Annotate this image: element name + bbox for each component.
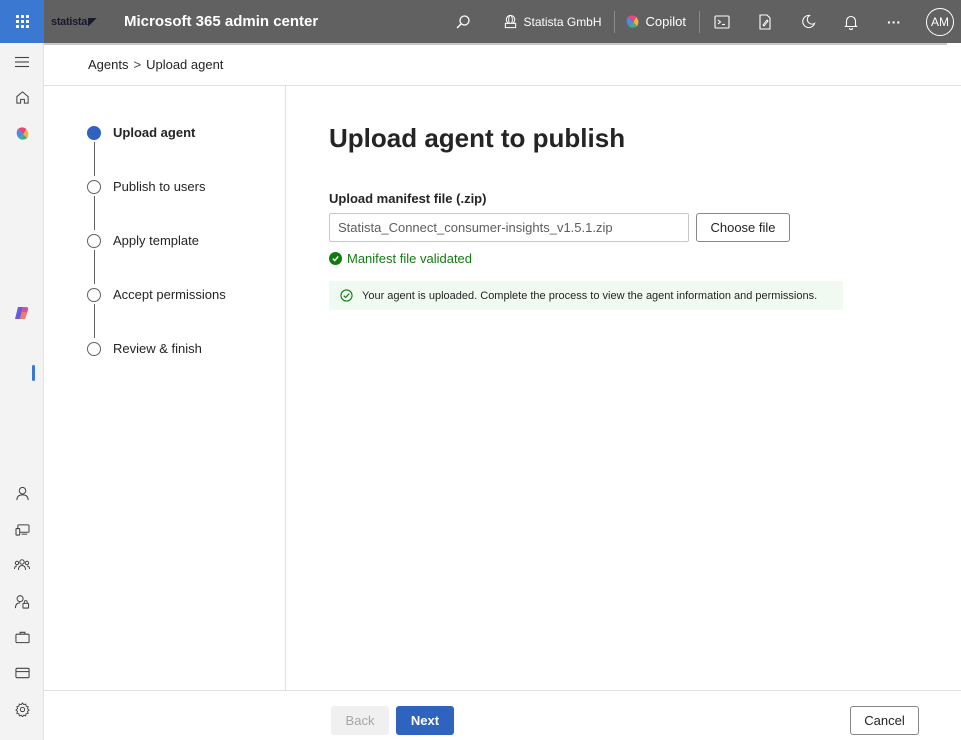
step-label: Apply template (113, 233, 199, 248)
wizard-step-accept-permissions[interactable]: Accept permissions (87, 287, 226, 302)
divider (613, 10, 615, 33)
next-button[interactable]: Next (396, 706, 454, 735)
avatar[interactable]: AM (926, 7, 954, 36)
logo-mark-icon (88, 17, 97, 26)
breadcrumb-agents-link[interactable]: Agents (88, 57, 128, 72)
manifest-file-input[interactable]: Statista_Connect_consumer-insights_v1.5.… (329, 213, 689, 242)
roles-icon[interactable] (12, 591, 32, 611)
page-title: Upload agent to publish (329, 123, 626, 153)
terminal-icon[interactable] (712, 12, 732, 32)
top-bar-actions: Statista GmbH Copilot ··· AM (453, 0, 961, 43)
org-switcher[interactable]: Statista GmbH (503, 14, 602, 29)
search-icon[interactable] (453, 12, 473, 32)
org-building-icon (504, 14, 516, 29)
copilot-button[interactable]: Copilot (625, 14, 686, 29)
waffle-icon (15, 15, 29, 28)
wizard-steps-panel: Upload agent Publish to users Apply temp… (44, 86, 286, 690)
wizard-step-publish-to-users[interactable]: Publish to users (87, 179, 206, 194)
notifications-icon[interactable] (841, 12, 861, 32)
org-logo[interactable]: statista (51, 16, 97, 28)
step-pending-indicator (87, 287, 101, 302)
devices-icon[interactable] (12, 519, 32, 539)
step-pending-indicator (87, 179, 101, 194)
breadcrumb: Agents > Upload agent (88, 57, 223, 72)
app-launcher-button[interactable] (0, 0, 44, 43)
left-nav-rail (0, 43, 44, 740)
success-banner: Your agent is uploaded. Complete the pro… (329, 281, 843, 310)
step-label: Upload agent (113, 125, 196, 140)
wizard-step-upload-agent[interactable]: Upload agent (87, 125, 195, 140)
step-pending-indicator (87, 233, 101, 248)
validation-status: Manifest file validated (329, 251, 472, 266)
settings-icon[interactable] (12, 699, 32, 719)
breadcrumb-current: Upload agent (146, 57, 224, 72)
user-icon[interactable] (12, 483, 32, 503)
step-current-indicator (87, 125, 101, 140)
validation-text: Manifest file validated (347, 251, 473, 266)
choose-file-button[interactable]: Choose file (696, 213, 790, 242)
billing-icon[interactable] (12, 663, 32, 683)
copilot-icon[interactable] (12, 123, 32, 143)
wizard-step-apply-template[interactable]: Apply template (87, 233, 199, 248)
back-button[interactable]: Back (331, 706, 389, 735)
feedback-icon[interactable] (755, 12, 775, 32)
checkmark-circle-icon (329, 252, 342, 265)
teams-groups-icon[interactable] (12, 555, 32, 575)
dark-mode-icon[interactable] (798, 12, 818, 32)
cancel-button[interactable]: Cancel (850, 706, 919, 735)
resources-icon[interactable] (12, 627, 32, 647)
more-options-icon[interactable]: ··· (884, 12, 904, 32)
menu-icon[interactable] (12, 52, 32, 72)
app-title[interactable]: Microsoft 365 admin center (124, 13, 318, 30)
success-check-icon (340, 289, 353, 302)
step-pending-indicator (87, 341, 101, 356)
step-label: Review & finish (113, 341, 202, 356)
step-label: Publish to users (113, 179, 206, 194)
step-connector (94, 196, 95, 230)
active-nav-indicator (32, 365, 35, 381)
home-icon[interactable] (12, 87, 32, 107)
divider (44, 690, 961, 691)
copilot-label: Copilot (645, 14, 686, 29)
logo-text: statista (51, 15, 88, 28)
banner-text: Your agent is uploaded. Complete the pro… (362, 289, 818, 302)
header-shadow (44, 43, 947, 45)
step-connector (94, 250, 95, 284)
step-connector (94, 142, 95, 176)
divider (699, 10, 700, 33)
step-connector (94, 304, 95, 338)
org-name: Statista GmbH (523, 14, 602, 29)
step-label: Accept permissions (113, 287, 226, 302)
copilot-icon (626, 15, 638, 28)
breadcrumb-separator: > (133, 57, 142, 72)
copilot-app-icon[interactable] (12, 303, 32, 323)
wizard-step-review-finish[interactable]: Review & finish (87, 341, 202, 356)
manifest-field-label: Upload manifest file (.zip) (329, 191, 487, 206)
top-bar: statista Microsoft 365 admin center Stat… (0, 0, 961, 43)
